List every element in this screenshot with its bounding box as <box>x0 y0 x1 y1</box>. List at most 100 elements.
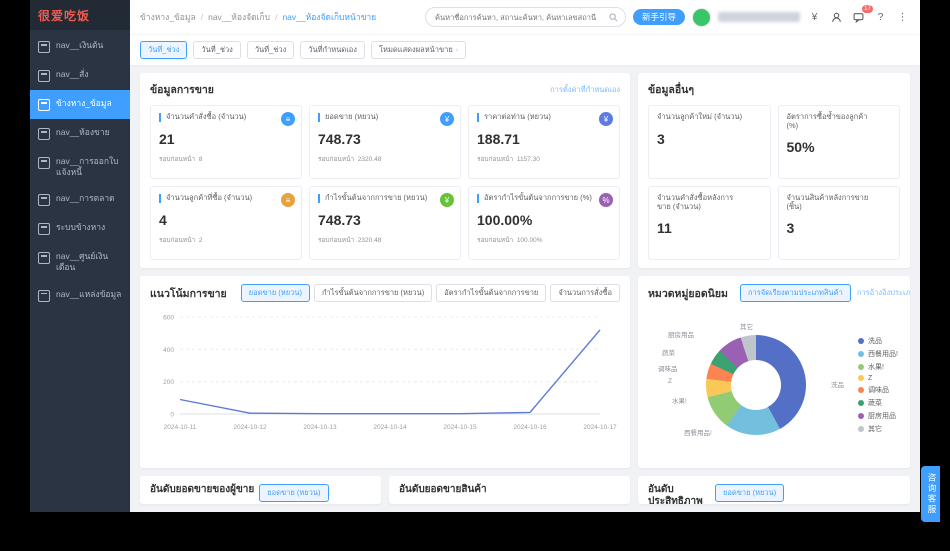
document-icon <box>38 70 50 82</box>
sidebar-item-marketing[interactable]: nav__การตลาด <box>30 185 130 214</box>
donut-label: 蔬菜 <box>662 347 675 357</box>
screen: 很爱吃饭 nav__เงินต้น nav__สั่ง ข้างหาง_ข้อม… <box>0 0 950 551</box>
manager-ranking-title: อันดับประสิทธิภาพของผู้จัดการ <box>648 484 710 504</box>
sidebar-item-system[interactable]: ระบบข้างหาง <box>30 214 130 243</box>
dashboard-content: ข้อมูลการขาย การตั้งค่าที่กำหนดเอง จำนวน… <box>130 65 920 512</box>
seller-rank-tab[interactable]: ยอดขาย (หยวน) <box>259 484 328 502</box>
breadcrumb: ข้างหาง_ข้อมูล / nav__ห้องจัดเก็บ / nav_… <box>140 10 376 24</box>
trend-tab-sales[interactable]: ยอดขาย (หยวน) <box>241 284 310 302</box>
avatar[interactable] <box>692 8 711 27</box>
coin-icon <box>38 252 50 264</box>
trend-tab-orders[interactable]: จำนวนการสั่งซื้อ <box>550 284 620 302</box>
trend-line-chart: 600 400 200 0 2024-10-11 2024-10-12 2024… <box>150 309 620 447</box>
breadcrumb-item[interactable]: nav__ห้องจัดเก็บ <box>208 10 270 24</box>
sidebar-item-orders[interactable]: nav__สั่ง <box>30 61 130 90</box>
seller-ranking-title: อันดับยอดขายของผู้ขาย <box>150 484 254 496</box>
sales-amount-icon: ¥ <box>440 112 454 126</box>
legend-item[interactable]: 西餐用品! <box>858 349 898 359</box>
donut-legend: 洗品 西餐用品! 水果! Z 调味品 蔬菜 厨房用品 其它 <box>858 336 898 434</box>
manager-rank-tab[interactable]: ยอดขาย (หยวน) <box>715 484 784 502</box>
search-icon <box>609 13 618 22</box>
trend-tab-profit[interactable]: กำไรขั้นต้นจากการขาย (หยวน) <box>314 284 432 302</box>
date-range-tab[interactable]: วันที่_ช่วง <box>140 41 187 59</box>
svg-text:600: 600 <box>163 315 174 322</box>
stat-tile-gross-profit: กำไรขั้นต้นจากการขาย (หยวน) 748.73 รอบก่… <box>309 186 461 260</box>
breadcrumb-separator: / <box>201 12 203 22</box>
other-card-title: ข้อมูลอื่นๆ <box>648 81 694 98</box>
orders-icon: ≡ <box>281 112 295 126</box>
category-sort-chip[interactable]: การจัดเรียงตามประเภทสินค้า <box>740 284 851 302</box>
currency-icon[interactable]: ¥ <box>807 10 822 25</box>
top-categories-card: หมวดหมู่ยอดนิยม การจัดเรียงตามประเภทสินค… <box>638 276 910 468</box>
date-range-tab[interactable]: วันที่_ช่วง <box>247 41 294 59</box>
trend-tab-margin[interactable]: อัตรากำไรขั้นต้นจากการขาย <box>436 284 546 302</box>
svg-text:200: 200 <box>163 379 174 386</box>
legend-item[interactable]: 调味品 <box>858 385 898 395</box>
grid-icon <box>38 223 50 235</box>
category-ref-link[interactable]: การอ้างอิงประเภทขาย <box>857 287 910 299</box>
app-window: 很爱吃饭 nav__เงินต้น nav__สั่ง ข้างหาง_ข้อม… <box>30 0 920 512</box>
manager-ranking-card: อันดับประสิทธิภาพของผู้จัดการ ยอดขาย (หย… <box>638 476 910 504</box>
sidebar-item-data-dashboard[interactable]: ข้างหาง_ข้อมูล <box>30 90 130 119</box>
svg-text:400: 400 <box>163 347 174 354</box>
search-input[interactable] <box>433 12 605 23</box>
breadcrumb-item[interactable]: ข้างหาง_ข้อมูล <box>140 10 196 24</box>
date-range-tab[interactable]: วันที่_ช่วง <box>193 41 240 59</box>
customer-service-tab[interactable]: 咨询客服 <box>921 466 940 522</box>
sidebar-item-payroll-center[interactable]: nav__ศูนย์เงินเดือน <box>30 243 130 280</box>
stat-tile-aftersale-orders: จำนวนคำสั่งซื้อหลังการขาย (จำนวน) 11 <box>648 186 771 260</box>
legend-item[interactable]: 厨房用品 <box>858 411 898 421</box>
breadcrumb-current: nav__ห้องจัดเก็บหน้าขาย <box>282 10 376 24</box>
other-data-card: ข้อมูลอื่นๆ จำนวนลูกค้าใหม่ (จำนวน) 3 อั… <box>638 73 910 268</box>
top-bar: ข้างหาง_ข้อมูล / nav__ห้องจัดเก็บ / nav_… <box>130 0 920 34</box>
sidebar-item-sales-room[interactable]: nav__ห้องขาย <box>30 119 130 148</box>
global-search[interactable] <box>425 7 626 27</box>
stat-tile-price-per-customer: ราคาต่อท่าน (หยวน) 188.71 รอบก่อนหน้า 11… <box>468 105 620 179</box>
margin-icon: % <box>599 193 613 207</box>
custom-settings-link[interactable]: การตั้งค่าที่กำหนดเอง <box>550 84 620 96</box>
sidebar-item-data-source[interactable]: nav__แหล่งข้อมูล <box>30 281 130 310</box>
message-icon[interactable]: 17 <box>851 10 866 25</box>
svg-text:2024-10-17: 2024-10-17 <box>583 424 617 431</box>
megaphone-icon <box>38 194 50 206</box>
legend-item[interactable]: 其它 <box>858 424 898 434</box>
more-menu-icon[interactable]: ⋮ <box>895 10 910 25</box>
seller-ranking-card: อันดับยอดขายของผู้ขาย ยอดขาย (หยวน) กำไร… <box>140 476 381 504</box>
sidebar-item-invoicing[interactable]: nav__การออกใบแจ้งหนี้ <box>30 148 130 185</box>
notification-badge: 17 <box>862 5 873 13</box>
legend-item[interactable]: 水果! <box>858 362 898 372</box>
category-donut-chart: 厨房用品 其它 蔬菜 调味品 Z 水果! 西餐用品! 洗品 <box>678 325 828 445</box>
donut-label: Z <box>668 378 672 385</box>
user-icon[interactable] <box>829 10 844 25</box>
wallet-icon <box>38 41 50 53</box>
stat-tile-gross-margin: อัตรากำไรขั้นต้นจากการขาย (%) 100.00% รอ… <box>468 186 620 260</box>
invoice-icon <box>38 157 50 169</box>
help-icon[interactable]: ? <box>873 10 888 25</box>
guide-button[interactable]: 新手引导 <box>633 9 685 25</box>
database-icon <box>38 290 50 302</box>
profit-icon: ¥ <box>440 193 454 207</box>
legend-item[interactable]: Z <box>858 375 898 382</box>
sales-card-title: ข้อมูลการขาย <box>150 81 214 98</box>
donut-label: 其它 <box>740 321 753 331</box>
stat-tile-sales: ยอดขาย (หยวน) 748.73 รอบก่อนหน้า 2320.48… <box>309 105 461 179</box>
svg-text:2024-10-12: 2024-10-12 <box>233 424 267 431</box>
account-name[interactable] <box>718 12 800 22</box>
chevron-right-icon: › <box>456 47 458 54</box>
display-mode-select[interactable]: โหมดแสดงผลหน้าขาย › <box>371 41 466 59</box>
legend-item[interactable]: 蔬菜 <box>858 398 898 408</box>
category-card-title: หมวดหมู่ยอดนิยม <box>648 285 728 302</box>
custom-date-tab[interactable]: วันที่กำหนดเอง <box>300 41 365 59</box>
sidebar-item-finance[interactable]: nav__เงินต้น <box>30 32 130 61</box>
stat-tile-aftersale-items: จำนวนสินค้าหลังการขาย (ชิ้น) 3 <box>778 186 901 260</box>
share-icon <box>38 128 50 140</box>
product-ranking-title: อันดับยอดขายสินค้า <box>399 484 487 496</box>
donut-label: 水果! <box>672 395 687 405</box>
stat-tile-buying-customers: จำนวนลูกค้าที่ซื้อ (จำนวน) 4 รอบก่อนหน้า… <box>150 186 302 260</box>
sales-data-card: ข้อมูลการขาย การตั้งค่าที่กำหนดเอง จำนวน… <box>140 73 630 268</box>
svg-text:2024-10-11: 2024-10-11 <box>164 424 197 431</box>
app-logo: 很爱吃饭 <box>30 0 130 30</box>
svg-text:2024-10-16: 2024-10-16 <box>513 424 547 431</box>
legend-item[interactable]: 洗品 <box>858 336 898 346</box>
sales-trend-card: แนวโน้มการขาย ยอดขาย (หยวน) กำไรขั้นต้นจ… <box>140 276 630 468</box>
